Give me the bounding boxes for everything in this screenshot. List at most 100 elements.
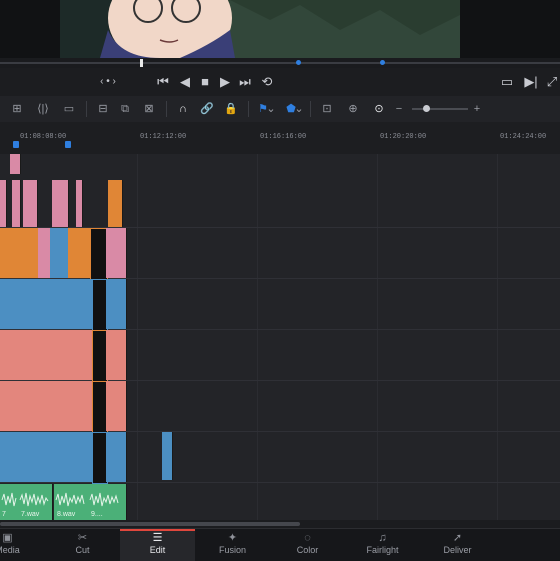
timeline-marker[interactable]	[13, 141, 19, 148]
full-extent-zoom-icon[interactable]: ⊡	[318, 101, 336, 117]
cartoon-character-image	[60, 0, 460, 58]
timecode-label: 01:24:24:00	[500, 133, 547, 141]
video-clip[interactable]	[0, 279, 93, 329]
insert-clip-icon[interactable]: ⊟	[94, 101, 112, 117]
track-divider	[0, 482, 560, 483]
custom-zoom-icon[interactable]: ⊙	[370, 101, 388, 117]
video-track-3[interactable]	[0, 279, 127, 331]
timeline-horizontal-scrollbar[interactable]	[0, 520, 560, 528]
video-track-5[interactable]	[0, 381, 127, 433]
video-clip[interactable]	[106, 381, 127, 431]
video-clip[interactable]	[23, 180, 38, 227]
viewer	[0, 0, 560, 58]
replace-clip-icon[interactable]: ⊠	[140, 101, 158, 117]
toolbar-divider	[86, 101, 87, 117]
video-track-top[interactable]	[0, 154, 126, 227]
cut-icon: ✂	[77, 532, 88, 544]
chevron-down-icon[interactable]: ⌄	[294, 101, 304, 117]
viewer-frame-image	[60, 0, 460, 58]
skip-start-icon[interactable]: ⏮	[154, 68, 172, 96]
video-clip[interactable]	[0, 180, 7, 227]
zoom-out-button[interactable]: −	[392, 101, 406, 117]
overwrite-clip-icon[interactable]: ⧉	[116, 101, 134, 117]
page-tab-color[interactable]: ◌ Color	[270, 529, 345, 561]
grid-line	[497, 154, 498, 522]
zoom-in-button[interactable]: +	[470, 101, 484, 117]
dynamic-trim-icon[interactable]: ⟨|⟩	[34, 101, 52, 117]
video-clip[interactable]	[0, 432, 93, 482]
page-tab-label: Color	[296, 545, 319, 555]
video-clip[interactable]	[0, 330, 93, 380]
play-icon[interactable]: ▶	[216, 68, 234, 96]
page-tab-edit[interactable]: ☰ Edit	[120, 529, 195, 561]
timecode-label: 01:12:12:00	[140, 133, 187, 141]
audio-clip-label: 9....	[91, 511, 103, 518]
marker-dot[interactable]	[380, 60, 385, 65]
toolbar-divider	[166, 101, 167, 117]
fairlight-icon: ♫	[378, 532, 387, 544]
video-clip[interactable]	[76, 180, 83, 227]
video-clip[interactable]	[0, 381, 93, 431]
blade-tool-icon[interactable]: ▭	[60, 101, 78, 117]
page-tab-deliver[interactable]: ➚ Deliver	[420, 529, 495, 561]
video-clip[interactable]	[10, 154, 21, 174]
step-back-icon[interactable]: ◀	[176, 68, 194, 96]
edit-icon: ☰	[152, 532, 163, 544]
video-clip[interactable]	[106, 279, 127, 329]
fit-icon[interactable]: ▭	[498, 68, 516, 96]
timeline-ruler[interactable]: 01:08:08:00 01:12:12:00 01:16:16:00 01:2…	[0, 122, 560, 155]
timeline-marker[interactable]	[65, 141, 71, 148]
page-navigation-bar: ▣ Media ✂ Cut ☰ Edit ✦ Fusion ◌ Color ♫ …	[0, 528, 560, 561]
marker-dot[interactable]	[296, 60, 301, 65]
scrollbar-thumb[interactable]	[0, 522, 300, 526]
zoom-slider[interactable]	[412, 105, 468, 112]
fusion-icon: ✦	[227, 532, 238, 544]
trim-tool-icon[interactable]: ⊞	[8, 101, 26, 117]
video-track-4[interactable]	[0, 330, 127, 382]
toolbar-divider	[248, 101, 249, 117]
grid-line	[377, 154, 378, 522]
snapping-icon[interactable]: ∩	[174, 101, 192, 117]
detail-zoom-icon[interactable]: ⊕	[344, 101, 362, 117]
video-clip[interactable]	[68, 228, 91, 278]
page-tab-fairlight[interactable]: ♫ Fairlight	[345, 529, 420, 561]
video-track-6[interactable]	[0, 432, 180, 484]
next-clip-icon[interactable]: ▶|	[522, 68, 540, 96]
page-tab-media[interactable]: ▣ Media	[0, 529, 45, 561]
video-clip[interactable]	[108, 180, 123, 227]
stop-icon[interactable]: ■	[196, 68, 214, 96]
media-icon: ▣	[2, 532, 13, 544]
deliver-icon: ➚	[452, 532, 463, 544]
clip-nav[interactable]: ‹ • ›	[90, 68, 126, 96]
video-clip[interactable]	[12, 180, 21, 227]
skip-end-icon[interactable]: ⏭	[236, 68, 254, 96]
video-clip[interactable]	[106, 330, 127, 380]
grid-line	[257, 154, 258, 522]
video-clip[interactable]	[106, 432, 127, 482]
page-tab-label: Deliver	[443, 545, 472, 555]
full-screen-icon[interactable]: ⤢	[544, 68, 560, 96]
video-clip[interactable]	[50, 228, 69, 278]
chevron-down-icon[interactable]: ⌄	[266, 101, 276, 117]
video-clip[interactable]	[162, 432, 173, 480]
toolbar-divider	[310, 101, 311, 117]
video-clip[interactable]	[0, 228, 39, 278]
audio-waveform	[1, 492, 119, 507]
playhead-marker[interactable]	[140, 59, 143, 67]
timecode-label: 01:08:08:00	[20, 133, 67, 141]
audio-track[interactable]: 7 7.wav 8.wav 9....	[0, 484, 127, 520]
loop-icon[interactable]: ⟲	[258, 68, 276, 96]
edit-toolbar: ⊞ ⟨|⟩ ▭ ⊟ ⧉ ⊠ ∩ 🔗 🔒 ⚑ ⌄ ⬟ ⌄ ⊡ ⊕ ⊙ − +	[0, 96, 560, 123]
link-icon[interactable]: 🔗	[198, 101, 216, 117]
zoom-slider-handle[interactable]	[423, 105, 430, 112]
audio-clip-label: 7	[2, 511, 6, 518]
page-tab-fusion[interactable]: ✦ Fusion	[195, 529, 270, 561]
timeline-tracks[interactable]: 7 7.wav 8.wav 9....	[0, 154, 560, 522]
lock-icon[interactable]: 🔒	[222, 101, 240, 117]
page-tab-cut[interactable]: ✂ Cut	[45, 529, 120, 561]
scrub-track	[0, 62, 560, 64]
video-clip[interactable]	[52, 180, 69, 227]
video-track-2[interactable]	[0, 228, 127, 280]
video-clip[interactable]	[106, 228, 127, 278]
color-icon: ◌	[304, 532, 311, 544]
